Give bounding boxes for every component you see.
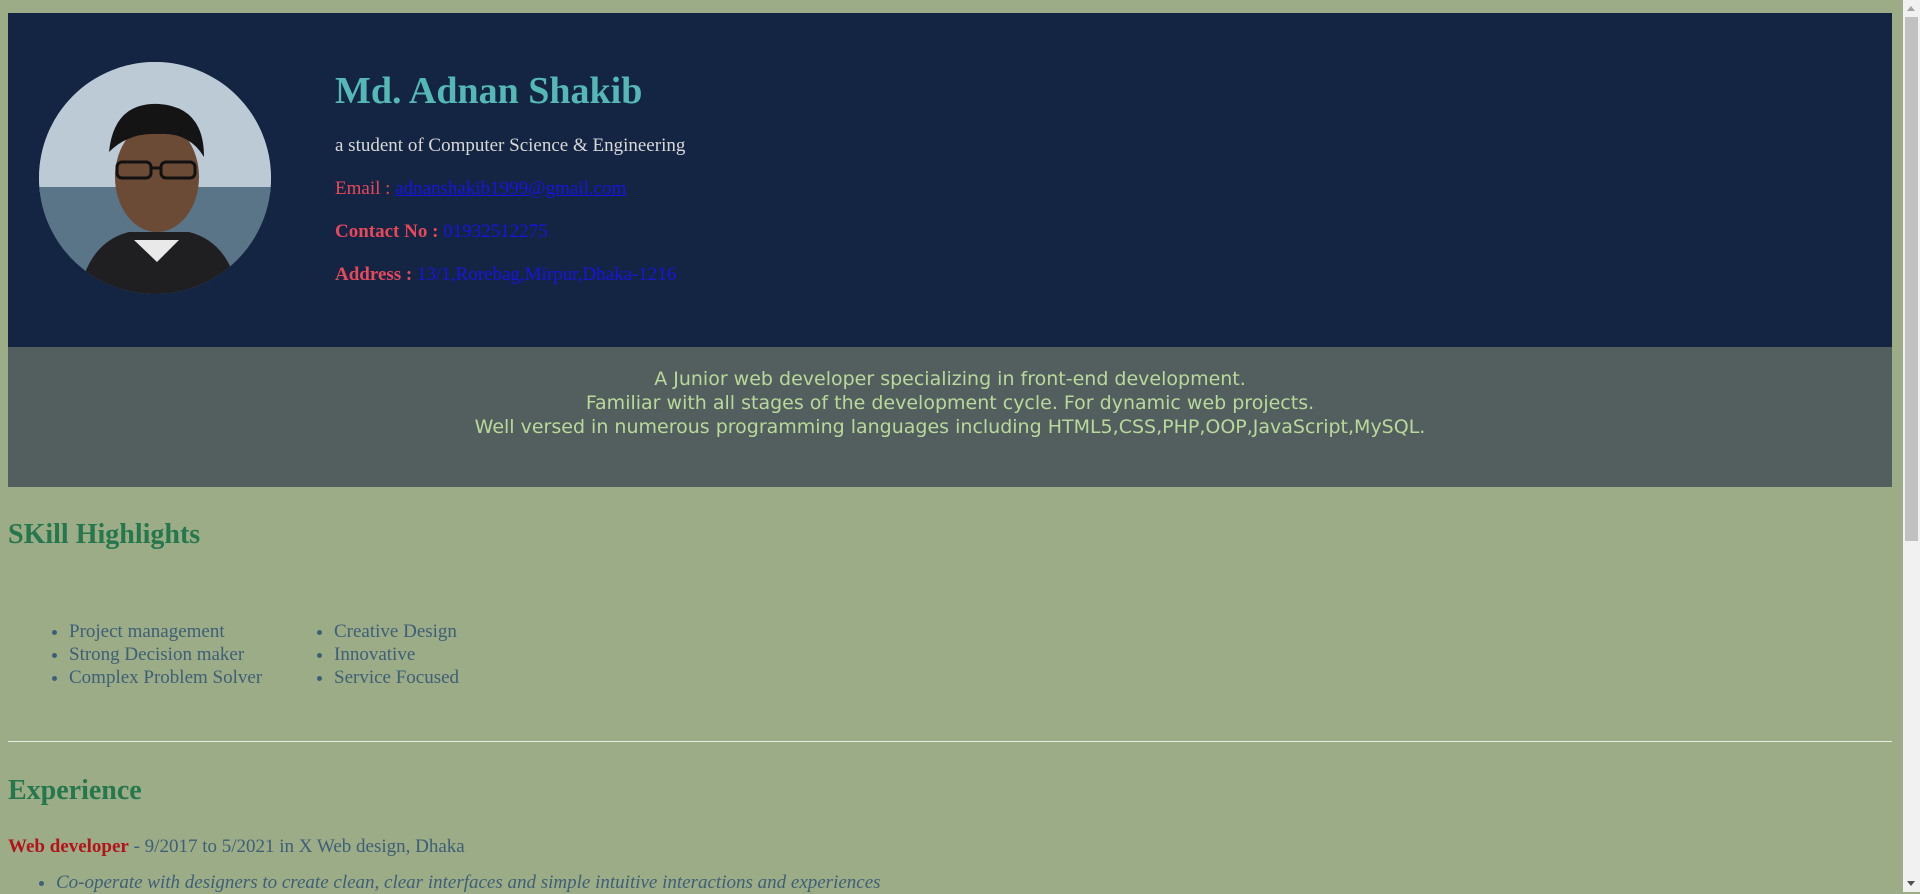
- scroll-down-arrow-icon[interactable]: [1903, 875, 1920, 892]
- profile-name: Md. Adnan Shakib: [335, 70, 643, 112]
- scroll-up-arrow-icon[interactable]: [1903, 0, 1920, 17]
- skill-item: Innovative: [334, 643, 574, 666]
- contact-row: Contact No : 01932512275: [335, 221, 685, 243]
- summary-section: A Junior web developer specializing in f…: [8, 347, 1892, 487]
- skill-item: Service Focused: [334, 666, 574, 689]
- summary-line: Familiar with all stages of the developm…: [585, 392, 1315, 414]
- contact-label: Contact No :: [335, 221, 444, 242]
- profile-photo: [39, 62, 271, 294]
- address-value: 13/1,Rorebag,Mirpur,Dhaka-1216: [417, 264, 677, 285]
- experience-heading: Experience: [8, 775, 142, 806]
- responsibility-item: Co-operate with designers to create clea…: [56, 872, 881, 894]
- profile-info: Md. Adnan Shakib a student of Computer S…: [335, 69, 685, 286]
- contact-value: 01932512275: [443, 221, 548, 242]
- profile-subtitle: a student of Computer Science & Engineer…: [335, 135, 686, 156]
- email-row: Email : adnanshakib1999@gmail.com: [335, 178, 685, 200]
- skills-column-1: Project management Strong Decision maker…: [69, 620, 309, 689]
- job-entry: Web developer - 9/2017 to 5/2021 in X We…: [8, 836, 465, 858]
- address-label: Address :: [335, 264, 417, 285]
- summary-line: A Junior web developer specializing in f…: [654, 368, 1246, 390]
- job-responsibilities: Co-operate with designers to create clea…: [48, 872, 881, 894]
- section-divider: [8, 741, 1892, 742]
- skill-item: Strong Decision maker: [69, 643, 309, 666]
- job-details: - 9/2017 to 5/2021 in X Web design, Dhak…: [128, 836, 465, 857]
- scrollbar-thumb[interactable]: [1905, 17, 1918, 541]
- skill-item: Complex Problem Solver: [69, 666, 309, 689]
- skills-column-2: Creative Design Innovative Service Focus…: [334, 620, 574, 689]
- skill-item: Creative Design: [334, 620, 574, 643]
- email-link[interactable]: adnanshakib1999@gmail.com: [395, 178, 626, 199]
- vertical-scrollbar[interactable]: [1903, 0, 1920, 892]
- summary-line: Well versed in numerous programming lang…: [474, 416, 1426, 438]
- skill-item: Project management: [69, 620, 309, 643]
- profile-header: Md. Adnan Shakib a student of Computer S…: [8, 13, 1892, 347]
- email-label: Email :: [335, 178, 396, 199]
- address-row: Address : 13/1,Rorebag,Mirpur,Dhaka-1216: [335, 264, 685, 286]
- skills-heading: SKill Highlights: [8, 519, 201, 550]
- job-role: Web developer: [8, 836, 129, 857]
- person-photo-icon: [39, 62, 271, 294]
